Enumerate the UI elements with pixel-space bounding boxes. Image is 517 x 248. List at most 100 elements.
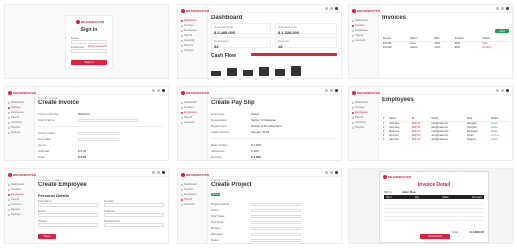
invoice-title: Invoice Detail — [417, 182, 451, 188]
page-title: Create Project — [211, 182, 252, 188]
brand-logo: BRANDBUSTER — [383, 174, 411, 179]
sidebar-item[interactable]: Accounts — [352, 38, 376, 43]
start-date-field[interactable] — [251, 214, 301, 218]
legend-bar — [251, 53, 337, 56]
notes-field[interactable] — [251, 238, 301, 242]
form-row: Client Name — [38, 117, 164, 123]
sidebar-nav: Dashboard Invoices Employees Payroll Acc… — [8, 100, 32, 135]
bell-icon[interactable] — [157, 89, 160, 92]
invoice-sheet: BRANDBUSTER Invoice Detail Bill To John … — [379, 171, 489, 243]
avatar[interactable] — [335, 171, 338, 174]
invoices-content: Invoices Add Invoice Client Date Amount Stat… — [382, 15, 509, 76]
sidebar-item[interactable]: Reports — [352, 125, 376, 130]
sidebar-nav: Dashboard Invoices Employees Payroll Acc… — [352, 100, 376, 130]
dashboard-screen: BRANDBUSTER Dashboard Invoices Employees… — [177, 4, 342, 79]
search-icon[interactable] — [496, 7, 499, 10]
login-title: Sign in — [80, 27, 98, 33]
bell-icon[interactable] — [501, 7, 504, 10]
bell-icon[interactable] — [330, 89, 333, 92]
manager-field[interactable] — [251, 232, 301, 236]
top-bar — [208, 5, 341, 13]
invoice-date-field[interactable] — [78, 131, 118, 135]
stat-card: Projects 18 — [275, 37, 337, 49]
save-button[interactable]: Save — [38, 234, 56, 239]
avatar[interactable] — [335, 89, 338, 92]
brand-logo: BRANDBUSTER — [8, 90, 36, 95]
avatar[interactable] — [335, 7, 338, 10]
add-button[interactable]: Add — [495, 29, 509, 33]
form-row: Salary Period January 2024 — [211, 130, 270, 134]
gender-select[interactable] — [104, 203, 164, 207]
search-icon[interactable] — [152, 171, 155, 174]
search-icon[interactable] — [152, 89, 155, 92]
brand-logo: BRANDBUSTER — [352, 90, 380, 95]
download-button[interactable]: Download — [420, 234, 450, 239]
avatar[interactable] — [506, 7, 509, 10]
email-field[interactable] — [71, 40, 107, 44]
page-title: Invoices — [382, 15, 407, 21]
stat-card: Total Earnings $ 2,485,000 — [211, 23, 271, 35]
page-title: Dashboard — [211, 15, 243, 21]
page-title: Create Employee — [38, 182, 87, 188]
bell-icon[interactable] — [330, 171, 333, 174]
sidebar: BRANDBUSTER Dashboard Invoices Employees… — [178, 87, 209, 160]
sidebar-nav: Dashboard Invoices Employees Payroll Acc… — [181, 100, 205, 125]
sidebar-nav: Dashboard Invoices Employees Payroll Acc… — [352, 18, 376, 43]
search-icon[interactable] — [325, 7, 328, 10]
project-name-field[interactable] — [251, 202, 301, 206]
client-field[interactable] — [251, 208, 301, 212]
invoices-screen: BRANDBUSTER Dashboard Invoices Employees… — [348, 4, 513, 79]
sidebar: BRANDBUSTER Dashboard Invoices Employees… — [5, 169, 36, 243]
top-bar — [208, 169, 341, 177]
search-icon[interactable] — [325, 171, 328, 174]
sidebar-item[interactable]: Accounts — [181, 202, 205, 207]
brand-logo: BRANDBUSTER — [181, 8, 209, 13]
client-name-field[interactable] — [78, 118, 138, 122]
total-value: $ 4,800.00 — [469, 230, 484, 234]
end-date-field[interactable] — [251, 220, 301, 224]
bar-chart — [211, 60, 337, 76]
sidebar-nav: Dashboard Invoices Employees Payroll Acc… — [8, 182, 32, 217]
phone-field[interactable] — [38, 223, 98, 227]
create-payslip-screen: BRANDBUSTER Dashboard Invoices Employees… — [177, 86, 342, 161]
bell-icon[interactable] — [157, 171, 160, 174]
top-bar — [208, 87, 341, 95]
sidebar-item[interactable]: Settings — [8, 130, 32, 135]
budget-field[interactable] — [251, 226, 301, 230]
avatar[interactable] — [506, 89, 509, 92]
table-row[interactable]: 5 Sam Fox EMP-05 sam@mail.com Support Active — [382, 138, 509, 142]
chart-bar — [275, 69, 285, 76]
form-row: Total $ 0.00 — [38, 155, 87, 159]
avatar[interactable] — [162, 171, 165, 174]
sidebar-item[interactable]: Settings — [8, 212, 32, 217]
sidebar-item[interactable]: Accounts — [181, 120, 205, 125]
department-select[interactable] — [104, 223, 164, 227]
sidebar: BRANDBUSTER Dashboard Invoices Employees… — [349, 87, 380, 160]
password-field[interactable] — [71, 49, 107, 53]
brand-logo: BRANDBUSTER — [181, 90, 209, 95]
due-date-field[interactable] — [78, 137, 118, 141]
page-title: Create Invoice — [38, 100, 80, 106]
search-icon[interactable] — [325, 89, 328, 92]
sign-in-button[interactable]: Sign in — [71, 60, 107, 65]
avatar[interactable] — [162, 89, 165, 92]
sidebar-item[interactable]: Settings — [181, 48, 205, 53]
invoices-table: Invoice Client Date Amount Status INV-001 Acm… — [382, 37, 509, 50]
invoice-table-header: Item Qty Rate Amount — [384, 195, 484, 199]
chart-title: Cash Flow — [211, 53, 237, 59]
brand-logo: BRANDBUSTER — [352, 8, 380, 13]
total-label: Total — [451, 230, 458, 234]
bell-icon[interactable] — [330, 7, 333, 10]
sidebar: BRANDBUSTER Dashboard Invoices Employees… — [349, 5, 380, 78]
form-row: Notes — [211, 237, 337, 243]
bell-icon[interactable] — [501, 89, 504, 92]
top-bar — [35, 87, 168, 95]
sidebar: BRANDBUSTER Dashboard Invoices Employees… — [5, 87, 36, 160]
search-icon[interactable] — [496, 89, 499, 92]
address-field[interactable] — [104, 213, 164, 217]
table-row[interactable]: INV-002 Globex 12/03 $150 Pending — [382, 46, 509, 50]
dashboard-content: Dashboard Total Earnings $ 2,485,000 Tot… — [211, 15, 338, 76]
form-row: Net Pay $ 4,800 — [211, 155, 262, 159]
full-name-field[interactable] — [38, 203, 98, 207]
email-field[interactable] — [38, 213, 98, 217]
